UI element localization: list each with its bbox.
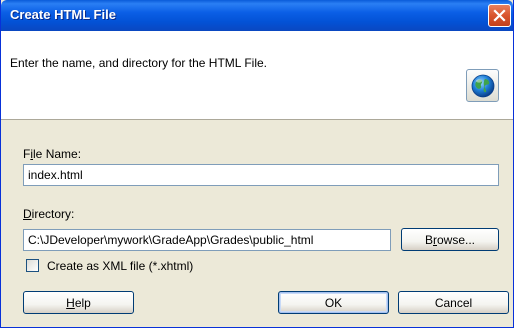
directory-field[interactable]: C:\JDeveloper\mywork\GradeApp\Grades\pub… (23, 229, 391, 251)
ok-button[interactable]: OK (278, 291, 389, 314)
close-button[interactable] (488, 4, 511, 27)
help-button[interactable]: Help (23, 291, 134, 314)
file-name-field[interactable]: index.html (23, 164, 499, 186)
create-html-file-dialog: Create HTML File Enter the name, and dir… (0, 0, 514, 328)
cancel-button[interactable]: Cancel (398, 291, 509, 314)
directory-label: Directory: (23, 207, 75, 221)
window-title: Create HTML File (10, 7, 116, 22)
xml-checkbox[interactable] (26, 259, 39, 272)
close-icon (493, 9, 506, 22)
file-name-label: File Name: (23, 147, 82, 161)
globe-icon (466, 69, 499, 102)
header-panel: Enter the name, and directory for the HT… (1, 31, 513, 120)
xml-checkbox-label: Create as XML file (*.xhtml) (47, 259, 194, 273)
browse-button[interactable]: Br owse... (401, 228, 499, 251)
title-bar[interactable]: Create HTML File (1, 0, 513, 31)
dialog-description: Enter the name, and directory for the HT… (10, 56, 267, 70)
